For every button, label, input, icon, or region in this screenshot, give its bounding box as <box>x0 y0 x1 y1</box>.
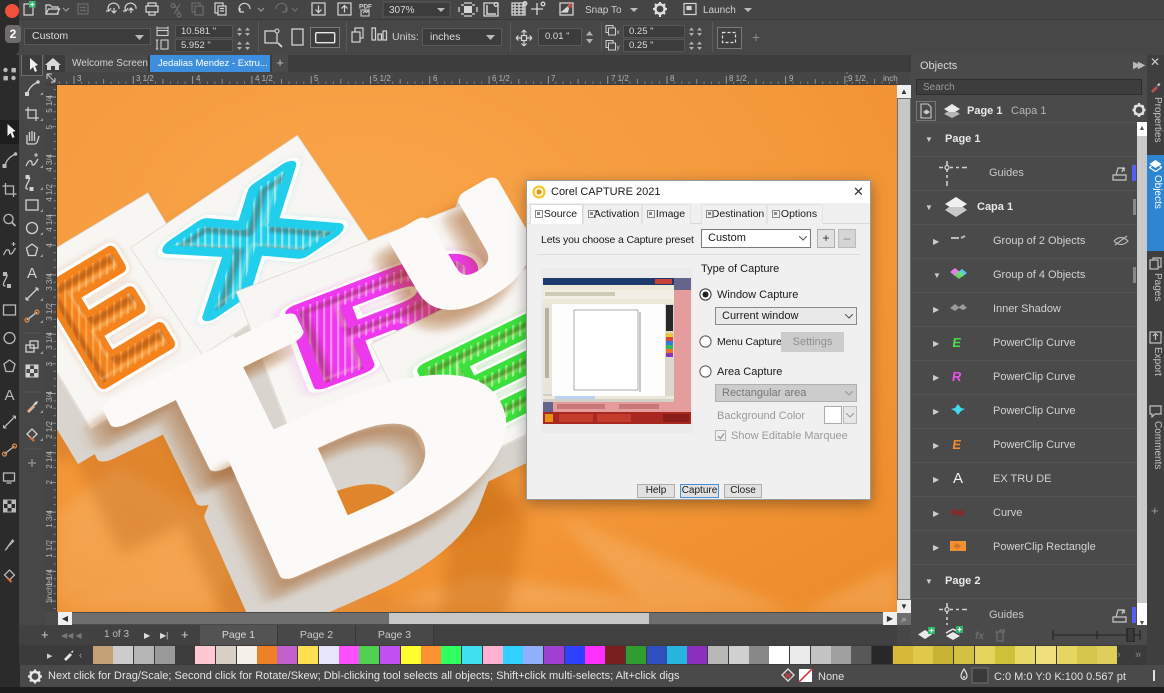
svg-text:1 3/4: 1 3/4 <box>45 509 54 527</box>
svg-text:307%: 307% <box>389 5 415 16</box>
svg-text:8: 8 <box>670 74 675 83</box>
svg-text:7: 7 <box>551 74 556 83</box>
svg-text:E: E <box>951 437 962 452</box>
svg-text:3 3/4: 3 3/4 <box>45 272 54 290</box>
svg-text:3: 3 <box>77 74 82 83</box>
svg-text:inches: inches <box>883 74 898 83</box>
svg-text:4 1/2: 4 1/2 <box>45 183 54 201</box>
svg-text:4 1/4: 4 1/4 <box>45 213 54 231</box>
svg-text:5: 5 <box>314 74 319 83</box>
svg-text:3 1/2: 3 1/2 <box>45 302 54 320</box>
svg-text:3: 3 <box>45 361 54 366</box>
svg-text:inches: inches <box>45 577 54 600</box>
svg-text:7 1/2: 7 1/2 <box>611 74 629 83</box>
svg-text:C:0 M:0 Y:0 K:100 0.567 pt: C:0 M:0 Y:0 K:100 0.567 pt <box>994 671 1126 683</box>
svg-text:2 3/4: 2 3/4 <box>45 390 54 408</box>
svg-text:PDF: PDF <box>359 4 372 11</box>
svg-text:2: 2 <box>45 479 54 484</box>
svg-text:4 3/4: 4 3/4 <box>45 153 54 171</box>
svg-text:8 1/2: 8 1/2 <box>729 74 747 83</box>
svg-text:5 1/2: 5 1/2 <box>373 74 391 83</box>
svg-text:x: x <box>617 29 621 36</box>
svg-text:3 1/2: 3 1/2 <box>136 74 154 83</box>
svg-text:A: A <box>953 470 963 487</box>
svg-text:2 1/4: 2 1/4 <box>45 450 54 468</box>
svg-text:4: 4 <box>45 242 54 247</box>
svg-text:R: R <box>951 369 963 384</box>
svg-text:2 1/2: 2 1/2 <box>45 420 54 438</box>
svg-text:1 1/2: 1 1/2 <box>45 539 54 557</box>
svg-text:3 1/4: 3 1/4 <box>45 331 54 349</box>
svg-text:9 1/2: 9 1/2 <box>848 74 866 83</box>
svg-text:4 1/2: 4 1/2 <box>255 74 273 83</box>
svg-text:fx: fx <box>975 631 984 642</box>
svg-text:Launch: Launch <box>703 5 736 16</box>
svg-text:9: 9 <box>789 74 794 83</box>
svg-text:A: A <box>4 387 14 404</box>
svg-text:6 1/2: 6 1/2 <box>492 74 510 83</box>
svg-text:E: E <box>951 335 962 350</box>
svg-text:5 1/4: 5 1/4 <box>45 94 54 112</box>
svg-text:Snap To: Snap To <box>585 5 622 16</box>
svg-text:4: 4 <box>196 74 201 83</box>
svg-text:y: y <box>617 44 621 51</box>
svg-text:None: None <box>818 671 844 683</box>
svg-text:5: 5 <box>45 124 54 129</box>
svg-text:A: A <box>27 265 37 282</box>
svg-text:6: 6 <box>433 74 438 83</box>
